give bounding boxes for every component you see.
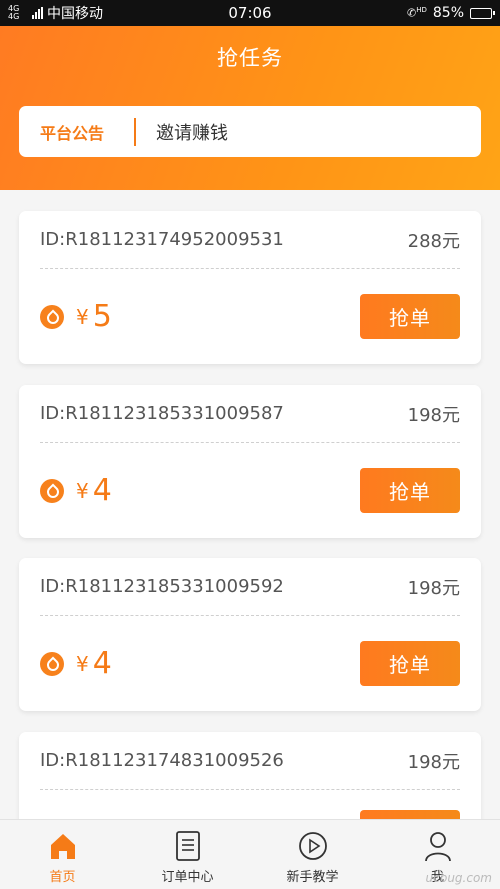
reward-amount: 4	[92, 646, 112, 681]
signal-icon	[32, 7, 43, 19]
carrier-name: 中国移动	[47, 6, 103, 22]
tab-home[interactable]: 首页	[0, 820, 125, 889]
tab-label: 新手教学	[286, 870, 339, 885]
page-title: 抢任务	[217, 46, 283, 70]
notice-bar[interactable]: 平台公告 邀请赚钱	[19, 106, 481, 157]
clock: 07:06	[228, 4, 272, 22]
tab-label: 订单中心	[161, 870, 214, 885]
task-card[interactable]: ID:R181123174952009531 288元 ¥ 5 抢单	[19, 211, 481, 364]
tab-orders[interactable]: 订单中心	[125, 820, 250, 889]
status-bar: 4G 4G 中国移动 07:06 ✆HD 85%	[0, 0, 500, 26]
notice-text[interactable]: 邀请赚钱	[136, 119, 228, 145]
task-id: ID:R181123174952009531	[40, 229, 284, 250]
tab-tutorial[interactable]: 新手教学	[250, 820, 375, 889]
grab-order-button[interactable]: 抢单	[360, 294, 460, 339]
network-type: 4G 4G	[8, 4, 20, 21]
battery-percent: 85%	[432, 5, 464, 21]
coin-icon	[40, 651, 64, 676]
task-id: ID:R181123185331009592	[40, 576, 284, 597]
reward-amount: 4	[92, 473, 112, 508]
battery-icon	[470, 7, 495, 19]
user-icon	[422, 829, 454, 863]
reward-currency: ¥	[76, 304, 89, 329]
task-price: 198元	[407, 404, 460, 426]
notice-tag: 平台公告	[40, 123, 105, 143]
task-id: ID:R181123174831009526	[40, 750, 284, 771]
task-price: 198元	[407, 577, 460, 599]
grab-order-button[interactable]: 抢单	[360, 468, 460, 513]
reward-currency: ¥	[76, 651, 89, 676]
task-card[interactable]: ID:R181123185331009592 198元 ¥ 4 抢单	[19, 558, 481, 711]
document-icon	[172, 829, 204, 863]
watermark: ucbug.com	[425, 871, 493, 885]
home-icon	[47, 829, 79, 863]
play-icon	[297, 829, 329, 863]
reward-currency: ¥	[76, 478, 89, 503]
coin-icon	[40, 304, 64, 329]
phone-hd-icon: ✆HD	[407, 6, 427, 20]
tab-label: 首页	[49, 870, 76, 885]
task-price: 288元	[407, 230, 460, 252]
task-price: 198元	[407, 751, 460, 773]
coin-icon	[40, 478, 64, 503]
task-id: ID:R181123185331009587	[40, 403, 284, 424]
reward-amount: 5	[92, 299, 112, 334]
grab-order-button[interactable]: 抢单	[360, 641, 460, 686]
task-card[interactable]: ID:R181123185331009587 198元 ¥ 4 抢单	[19, 385, 481, 538]
header: 抢任务 平台公告 邀请赚钱	[0, 26, 500, 190]
